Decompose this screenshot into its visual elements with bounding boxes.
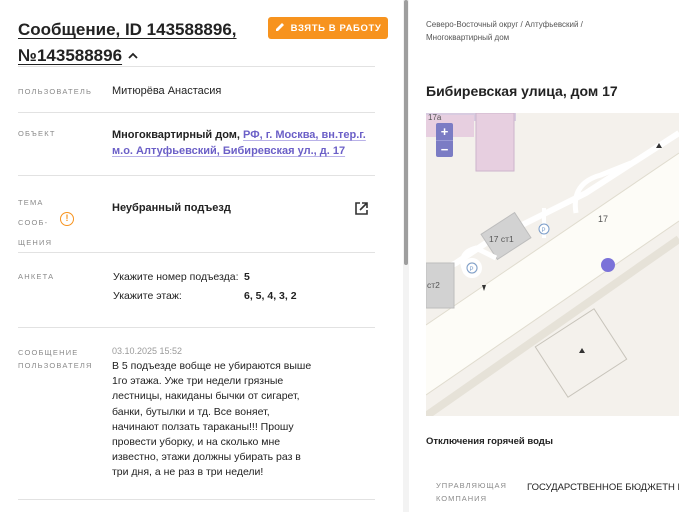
management-company-value: ГОСУДАРСТВЕННОЕ БЮДЖЕТН ГОРОДА МОСКВЫ «Ж… (527, 482, 679, 493)
message-title: Сообщение, ID 143588896, №143588896 (18, 18, 253, 68)
open-external-icon[interactable] (354, 201, 369, 221)
object-type: Многоквартирный дом, (112, 129, 240, 141)
parking-icon: P (542, 228, 546, 234)
survey-label: АНКЕТА (18, 272, 55, 281)
zoom-out-button[interactable]: − (436, 140, 453, 157)
user-value: Митюрёва Анастасия (112, 85, 222, 97)
map-label-st2: ст2 (427, 280, 440, 290)
zoom-in-button[interactable]: + (436, 123, 453, 140)
map-label-17a: 17а (428, 113, 442, 122)
breadcrumb: Северо-Восточный округ / Алтуфьевский / … (426, 20, 583, 42)
user-message-date: 03.10.2025 15:52 (112, 346, 183, 356)
user-message-text: В 5 подъезде вобще не убираются выше 1го… (112, 360, 312, 479)
survey-question: Укажите номер подъезда: (113, 271, 239, 283)
chevron-up-icon[interactable] (128, 42, 138, 66)
divider (18, 252, 375, 253)
zoom-controls: + − (436, 123, 453, 157)
location-marker-icon (601, 258, 615, 272)
take-to-work-button[interactable]: ВЗЯТЬ В РАБОТУ (268, 17, 388, 39)
survey-answer: 5 (244, 271, 250, 283)
divider (18, 112, 375, 113)
object-value: Многоквартирный дом, РФ, г. Москва, вн.т… (112, 127, 374, 159)
scrollbar-thumb[interactable] (404, 0, 408, 265)
map-label-17: 17 (598, 214, 608, 224)
survey-answer: 6, 5, 4, 3, 2 (244, 290, 297, 302)
map-label-17st1: 17 ст1 (489, 234, 514, 244)
message-panel: Сообщение, ID 143588896, №143588896 ВЗЯТ… (0, 0, 403, 512)
management-company-label: УПРАВЛЯЮЩАЯ КОМПАНИЯ (436, 481, 507, 503)
topic-value: Неубранный подъезд (112, 202, 231, 214)
warning-icon: ! (60, 212, 74, 226)
survey-question: Укажите этаж: (113, 290, 182, 302)
map-canvas: 17 17 ст1 ст2 17а P P (426, 113, 679, 416)
object-label: ОБЪЕКТ (18, 129, 56, 138)
hot-water-outage-title: Отключения горячей воды (426, 436, 553, 447)
address-title: Бибиревская улица, дом 17 (426, 83, 618, 99)
divider (18, 66, 375, 67)
object-info-panel: Северо-Восточный округ / Алтуфьевский / … (412, 0, 679, 512)
user-label: ПОЛЬЗОВАТЕЛЬ (18, 87, 93, 96)
take-to-work-label: ВЗЯТЬ В РАБОТУ (290, 22, 382, 34)
parking-icon: P (470, 267, 474, 273)
divider (18, 175, 375, 176)
map[interactable]: 17 17 ст1 ст2 17а P P + − (426, 113, 679, 416)
divider (18, 327, 375, 328)
user-message-label: СООБЩЕНИЕ ПОЛЬЗОВАТЕЛЯ (18, 348, 93, 370)
divider (18, 499, 375, 500)
pencil-icon (275, 22, 285, 35)
